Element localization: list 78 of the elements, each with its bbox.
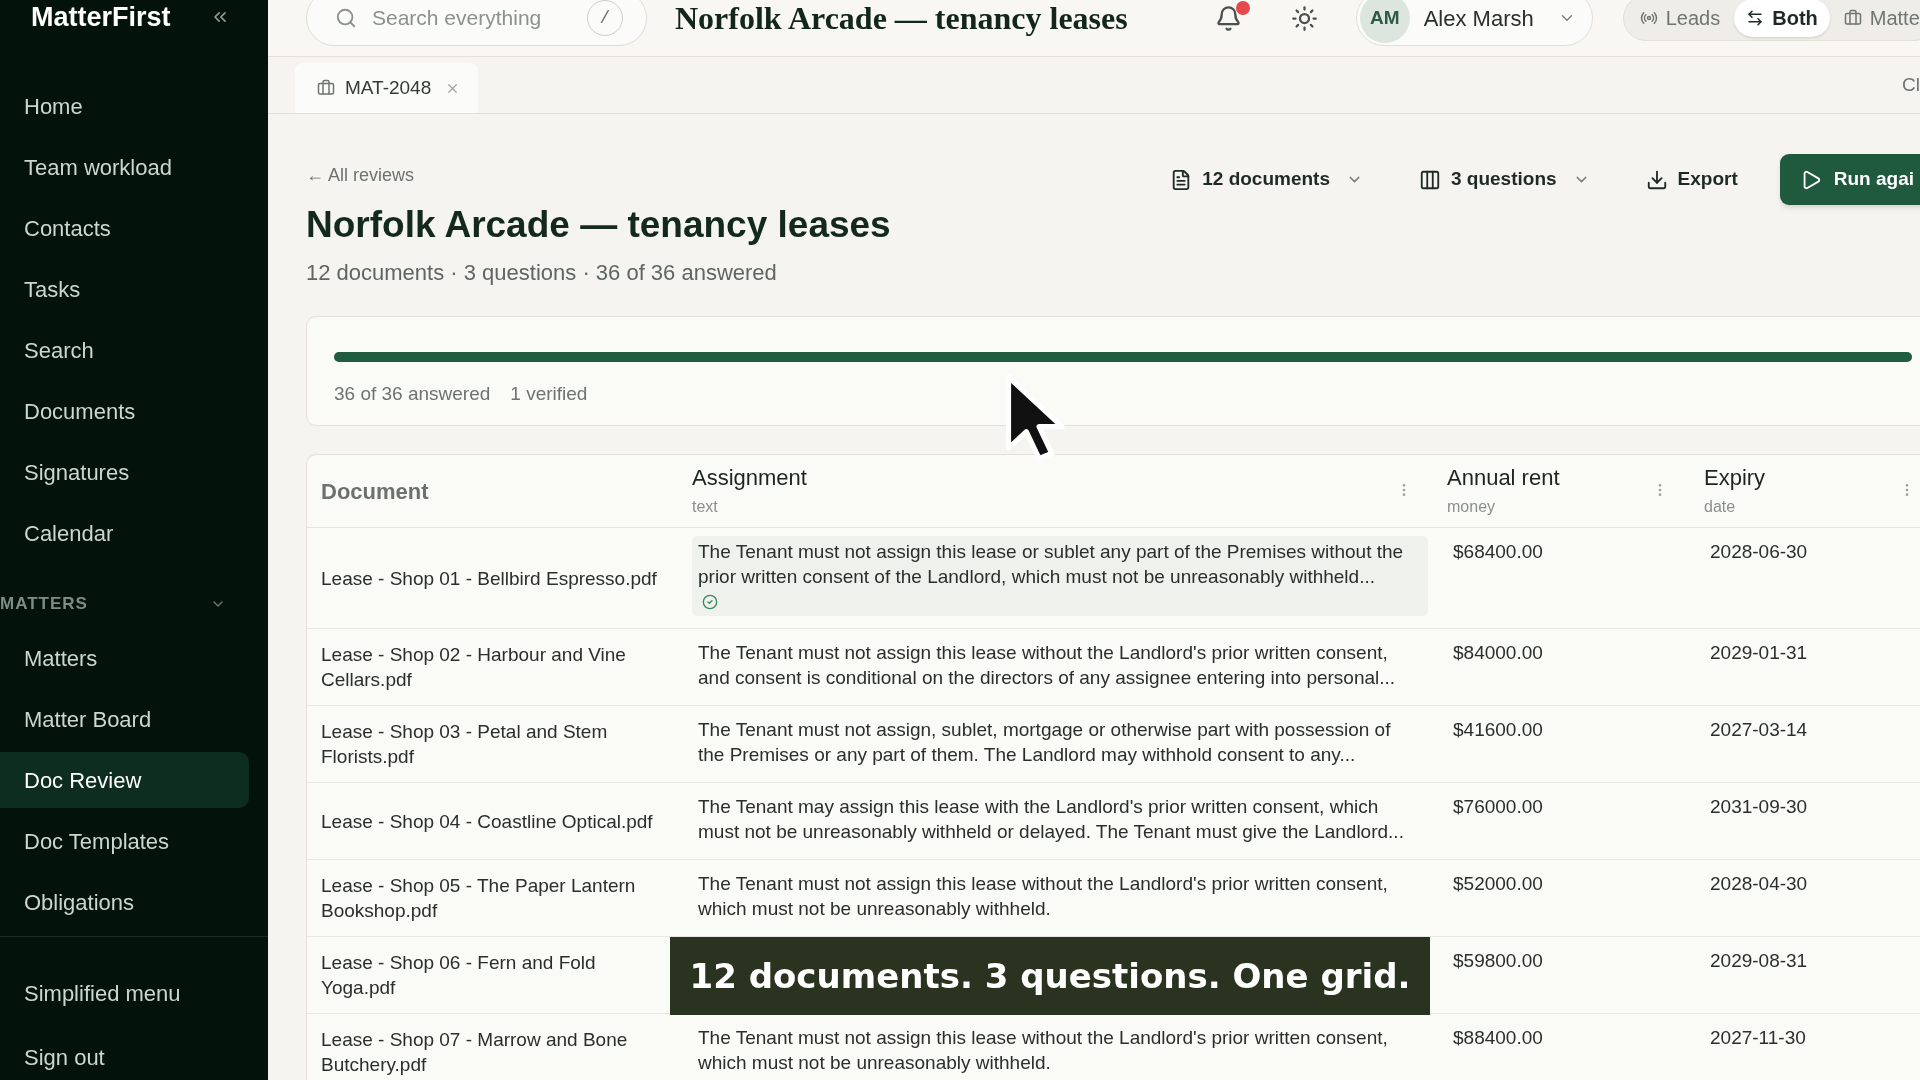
document-name[interactable]: Lease - Shop 01 - Bellbird Espresso.pdf	[321, 565, 657, 591]
document-name[interactable]: Lease - Shop 03 - Petal and Stem Florists.pdf	[321, 719, 666, 769]
answer-text: The Tenant must not assign this lease without the Landlord's prior written consent, which must not be unreasonably withheld.	[698, 1026, 1389, 1075]
nav-item[interactable]: Sign out	[0, 1029, 249, 1080]
review-title: Norfolk Arcade — tenancy leases	[306, 203, 891, 247]
column-header: Annual rent	[1447, 464, 1560, 492]
nav-item[interactable]: Doc Templates	[0, 813, 249, 869]
nav-item[interactable]: Signatures	[0, 444, 249, 500]
view-toggle-option[interactable]: Matte	[1831, 0, 1920, 37]
date-value: 2027-03-14	[1710, 719, 1808, 740]
review-summary: 12 documents · 3 questions · 36 of 36 answered	[306, 259, 778, 287]
answer-text: The Tenant must not assign this lease or sublet any part of the Premises without the prior written consent of the Landlord, which must not be unreasonably withheld...	[698, 540, 1405, 589]
text-link[interactable]: Cl	[1902, 70, 1920, 100]
column-type: text	[692, 497, 719, 517]
nav-item[interactable]: Doc Review	[0, 752, 249, 808]
view-toggle-option[interactable]: Leads	[1627, 0, 1733, 37]
user-menu-button[interactable]: AM Alex Marsh	[1355, 0, 1593, 46]
back-link[interactable]: ← All reviews	[306, 163, 891, 187]
nav-item[interactable]: Tasks	[0, 261, 249, 317]
briefcase-icon	[1843, 9, 1862, 27]
answered-count: 36 of 36 answered	[334, 382, 491, 406]
bell-icon[interactable]	[1214, 4, 1242, 32]
nav-item[interactable]: Team workload	[0, 139, 249, 195]
answer-text: The Tenant must not assign, sublet, mortgage or otherwise part with possession of the Premises or any part of them. The Landlord may withhold consent to any...	[698, 718, 1392, 767]
nav-item[interactable]: Obligations	[0, 874, 249, 930]
rent-value: $41600.00	[1453, 719, 1543, 740]
nav-item[interactable]: Search	[0, 322, 249, 378]
swap-arrows-icon	[1746, 9, 1765, 27]
radio-waves-icon	[1639, 9, 1658, 27]
rent-value: $76000.00	[1453, 796, 1543, 817]
rent-value: $52000.00	[1453, 873, 1543, 894]
date-value: 2031-09-30	[1710, 796, 1808, 817]
document-tab[interactable]: MAT-2048	[295, 63, 479, 113]
primary-button[interactable]: Run agai	[1779, 154, 1920, 205]
document-name[interactable]: Lease - Shop 05 - The Paper Lantern Bookshop.pdf	[321, 873, 666, 923]
nav-item[interactable]: Documents	[0, 383, 249, 439]
nav-item[interactable]: Matters	[0, 630, 249, 686]
briefcase-icon	[317, 79, 335, 97]
document-name[interactable]: Lease - Shop 06 - Fern and Fold Yoga.pdf	[321, 950, 666, 1000]
user-avatar: AM	[1359, 0, 1410, 43]
date-value: 2028-06-30	[1710, 541, 1808, 562]
column-header: Document	[321, 478, 429, 506]
view-toggle-option[interactable]: Both	[1734, 0, 1830, 37]
rent-value: $88400.00	[1453, 1027, 1543, 1048]
column-type: money	[1447, 497, 1497, 517]
nav-item[interactable]: Contacts	[0, 200, 249, 256]
document-name[interactable]: Lease - Shop 07 - Marrow and Bone Butchery.pdf	[321, 1027, 666, 1077]
video-caption: 12 documents. 3 questions. One grid.	[670, 937, 1430, 1015]
date-value: 2027-11-30	[1710, 1027, 1806, 1048]
dropdown-button[interactable]: 12 documents	[1156, 154, 1377, 205]
column-header: Assignment	[692, 464, 807, 492]
brand-name: MatterFirst	[31, 1, 171, 33]
column-type: date	[1704, 497, 1737, 517]
sun-icon[interactable]	[1290, 4, 1318, 32]
page-title: Norfolk Arcade — tenancy leases	[675, 2, 1128, 34]
document-name[interactable]: Lease - Shop 02 - Harbour and Vine Cellars.pdf	[321, 642, 666, 692]
rent-value: $84000.00	[1453, 642, 1543, 663]
nav-item[interactable]: Simplified menu	[0, 965, 249, 1021]
nav-item[interactable]: Calendar	[0, 505, 249, 561]
rent-value: $59800.00	[1453, 950, 1543, 971]
dropdown-button[interactable]: 3 questions	[1405, 154, 1604, 205]
rent-value: $68400.00	[1453, 541, 1543, 562]
document-name[interactable]: Lease - Shop 04 - Coastline Optical.pdf	[321, 808, 653, 834]
download-icon	[1645, 168, 1668, 191]
date-value: 2028-04-30	[1710, 873, 1808, 894]
answer-text: The Tenant must not assign this lease without the Landlord's prior written consent, and consent is conditional on the directors of any assignee entering into personal...	[698, 641, 1397, 690]
toolbar-button[interactable]: Export	[1631, 154, 1752, 205]
nav-item[interactable]: Home	[0, 78, 249, 134]
answer-text: The Tenant must not assign this lease without the Landlord's prior written consent, which must not be unreasonably withheld.	[698, 872, 1389, 921]
nav-item[interactable]: Matter Board	[0, 691, 249, 747]
verified-count: 1 verified	[510, 382, 588, 406]
column-header: Expiry	[1704, 464, 1766, 492]
answer-text: The Tenant may assign this lease with the Landlord's prior written consent, which must not be unreasonably withheld or delayed. The Tenant must give the Landlord...	[698, 795, 1405, 844]
search-icon	[335, 7, 357, 29]
section-heading: MATTERS	[0, 593, 88, 616]
date-value: 2029-01-31	[1710, 642, 1808, 663]
date-value: 2029-08-31	[1710, 950, 1808, 971]
columns-icon	[1419, 168, 1441, 191]
